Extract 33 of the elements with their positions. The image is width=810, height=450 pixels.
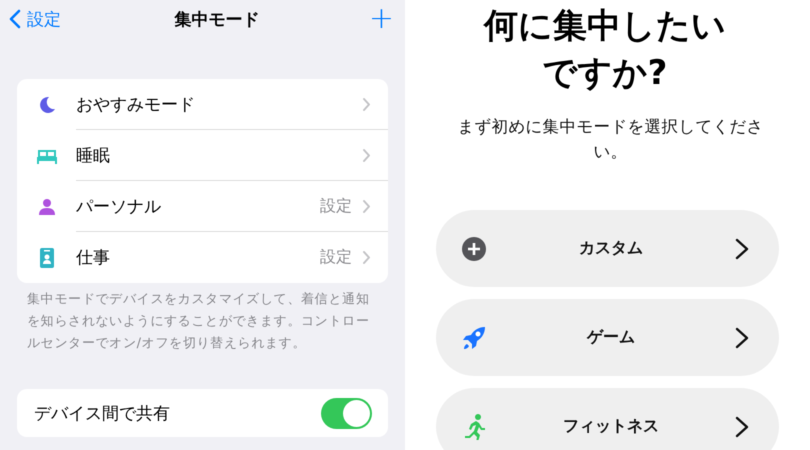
heading-line: 何に集中したい <box>482 5 727 48</box>
mode-label: 仕事 <box>76 247 111 269</box>
id-badge-icon <box>40 248 54 268</box>
chevron-icon <box>735 238 749 260</box>
chevron-icon <box>362 97 371 112</box>
add-button[interactable]: + <box>364 4 398 34</box>
chevron-icon <box>362 148 371 163</box>
chevron-icon <box>735 416 749 438</box>
focus-option[interactable]: ゲーム <box>436 299 779 376</box>
rocket-icon <box>461 324 487 350</box>
toggle-label: デバイス間で共有 <box>34 402 171 424</box>
focus-option[interactable]: フィットネス <box>436 388 779 450</box>
footer-text: 集中モードでデバイスをカスタマイズして、着信と通知を知らされないようにすることができます。コントロールセンターでオン/オフを切り替えられます。 <box>26 291 370 353</box>
person-icon <box>38 198 54 216</box>
back-button[interactable]: 設定 <box>9 8 61 30</box>
chevron-icon <box>362 199 371 214</box>
focus-option[interactable]: カスタム <box>436 210 779 287</box>
screen-title: 集中モード <box>174 8 260 30</box>
mode-label: おやすみモード <box>76 94 196 116</box>
plus-circle-icon <box>462 236 486 260</box>
chevron-icon <box>735 326 749 348</box>
moon-icon <box>38 96 56 114</box>
mode-status: 設定 <box>320 247 352 268</box>
share-switch[interactable] <box>321 398 372 428</box>
back-icon <box>9 9 21 29</box>
subtitle: まず初めに集中モードを選択してください。 <box>456 116 764 163</box>
runner-icon <box>463 414 485 440</box>
mode-label: 睡眠 <box>76 145 111 167</box>
bed-icon <box>36 148 58 164</box>
mode-status: 設定 <box>320 196 352 217</box>
heading-line: ですか? <box>542 52 668 95</box>
chevron-icon <box>362 250 371 265</box>
mode-label: パーソナル <box>76 196 162 218</box>
